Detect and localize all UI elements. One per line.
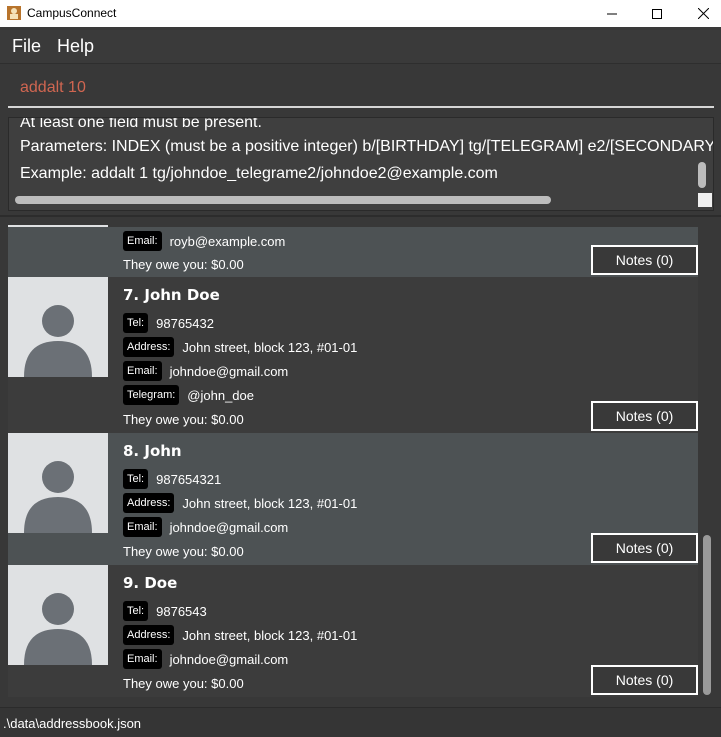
minimize-icon — [607, 13, 617, 14]
result-horizontal-scrollbar[interactable] — [15, 196, 551, 204]
email-value: johndoe@gmail.com — [169, 651, 289, 667]
address-tag: Address: — [123, 625, 175, 645]
avatar — [8, 565, 108, 665]
phone-value: 9876543 — [156, 603, 207, 619]
menu-bar: File Help — [0, 27, 721, 64]
maximize-icon — [652, 8, 662, 19]
avatar-icon — [24, 305, 92, 377]
close-button[interactable] — [680, 0, 721, 27]
result-vertical-scrollbar[interactable] — [698, 162, 706, 188]
title-bar: CampusConnect — [0, 0, 721, 27]
app-icon — [6, 5, 22, 21]
phone-tag: Tel: — [123, 469, 149, 489]
notes-button[interactable]: Notes (0) — [591, 401, 698, 431]
result-text-area[interactable]: At least one field must be present. Para… — [8, 117, 714, 211]
email-field: Email: johndoe@gmail.com — [123, 360, 288, 382]
person-name: 9. Doe — [123, 574, 178, 592]
email-field: Email: royb@example.com — [123, 230, 285, 252]
owe-amount: They owe you: $0.00 — [123, 676, 244, 691]
person-card[interactable]: 9. Doe Tel: 9876543 Address: John street… — [8, 565, 698, 697]
address-value: John street, block 123, #01-01 — [182, 339, 358, 355]
person-name: 8. John — [123, 442, 182, 460]
phone-field: Tel: 98765432 — [123, 312, 214, 334]
status-bar: .\data\addressbook.json — [0, 707, 721, 737]
address-tag: Address: — [123, 493, 175, 513]
phone-tag: Tel: — [123, 313, 149, 333]
address-value: John street, block 123, #01-01 — [182, 627, 358, 643]
telegram-value: @john_doe — [187, 387, 254, 403]
email-tag: Email: — [123, 649, 162, 669]
owe-amount: They owe you: $0.00 — [123, 257, 244, 272]
close-icon — [697, 8, 709, 19]
result-line: Example: addalt 1 tg/johndoe_telegrame2/… — [20, 165, 498, 182]
person-list[interactable]: Email: royb@example.com They owe you: $0… — [0, 215, 721, 707]
email-field: Email: johndoe@gmail.com — [123, 648, 288, 670]
email-tag: Email: — [123, 361, 162, 381]
command-input[interactable] — [8, 70, 714, 108]
person-card[interactable]: Email: royb@example.com They owe you: $0… — [8, 225, 698, 277]
maximize-button[interactable] — [634, 0, 680, 27]
telegram-field: Telegram: @john_doe — [123, 384, 254, 406]
address-field: Address: John street, block 123, #01-01 — [123, 492, 357, 514]
owe-amount: They owe you: $0.00 — [123, 544, 244, 559]
address-field: Address: John street, block 123, #01-01 — [123, 336, 357, 358]
phone-value: 987654321 — [156, 471, 222, 487]
scroll-corner — [698, 193, 712, 207]
email-value: johndoe@gmail.com — [169, 363, 289, 379]
email-value: royb@example.com — [169, 233, 286, 249]
email-value: johndoe@gmail.com — [169, 519, 289, 535]
phone-field: Tel: 9876543 — [123, 600, 207, 622]
menu-help[interactable]: Help — [57, 36, 94, 56]
minimize-button[interactable] — [589, 0, 635, 27]
person-card[interactable]: 8. John Tel: 987654321 Address: John str… — [8, 433, 698, 565]
address-tag: Address: — [123, 337, 175, 357]
phone-field: Tel: 987654321 — [123, 468, 221, 490]
owe-amount: They owe you: $0.00 — [123, 412, 244, 427]
avatar — [8, 225, 108, 227]
address-field: Address: John street, block 123, #01-01 — [123, 624, 357, 646]
notes-button[interactable]: Notes (0) — [591, 245, 698, 275]
list-scrollbar-thumb[interactable] — [703, 535, 711, 695]
avatar — [8, 433, 108, 533]
phone-tag: Tel: — [123, 601, 149, 621]
avatar-icon — [24, 593, 92, 665]
result-line: At least one field must be present. — [20, 117, 262, 131]
menu-file[interactable]: File — [12, 36, 41, 56]
email-tag: Email: — [123, 517, 162, 537]
avatar — [8, 277, 108, 377]
notes-button[interactable]: Notes (0) — [591, 665, 698, 695]
avatar-icon — [24, 461, 92, 533]
telegram-tag: Telegram: — [123, 385, 180, 405]
address-value: John street, block 123, #01-01 — [182, 495, 358, 511]
result-display: At least one field must be present. Para… — [0, 113, 721, 215]
email-field: Email: johndoe@gmail.com — [123, 516, 288, 538]
save-location: .\data\addressbook.json — [3, 716, 142, 731]
command-box — [0, 64, 721, 113]
phone-value: 98765432 — [156, 315, 214, 331]
notes-button[interactable]: Notes (0) — [591, 533, 698, 563]
person-card[interactable]: 7. John Doe Tel: 98765432 Address: John … — [8, 277, 698, 433]
email-tag: Email: — [123, 231, 162, 251]
window-title: CampusConnect — [27, 6, 117, 20]
person-name: 7. John Doe — [123, 286, 220, 304]
result-line: Parameters: INDEX (must be a positive in… — [20, 138, 714, 155]
